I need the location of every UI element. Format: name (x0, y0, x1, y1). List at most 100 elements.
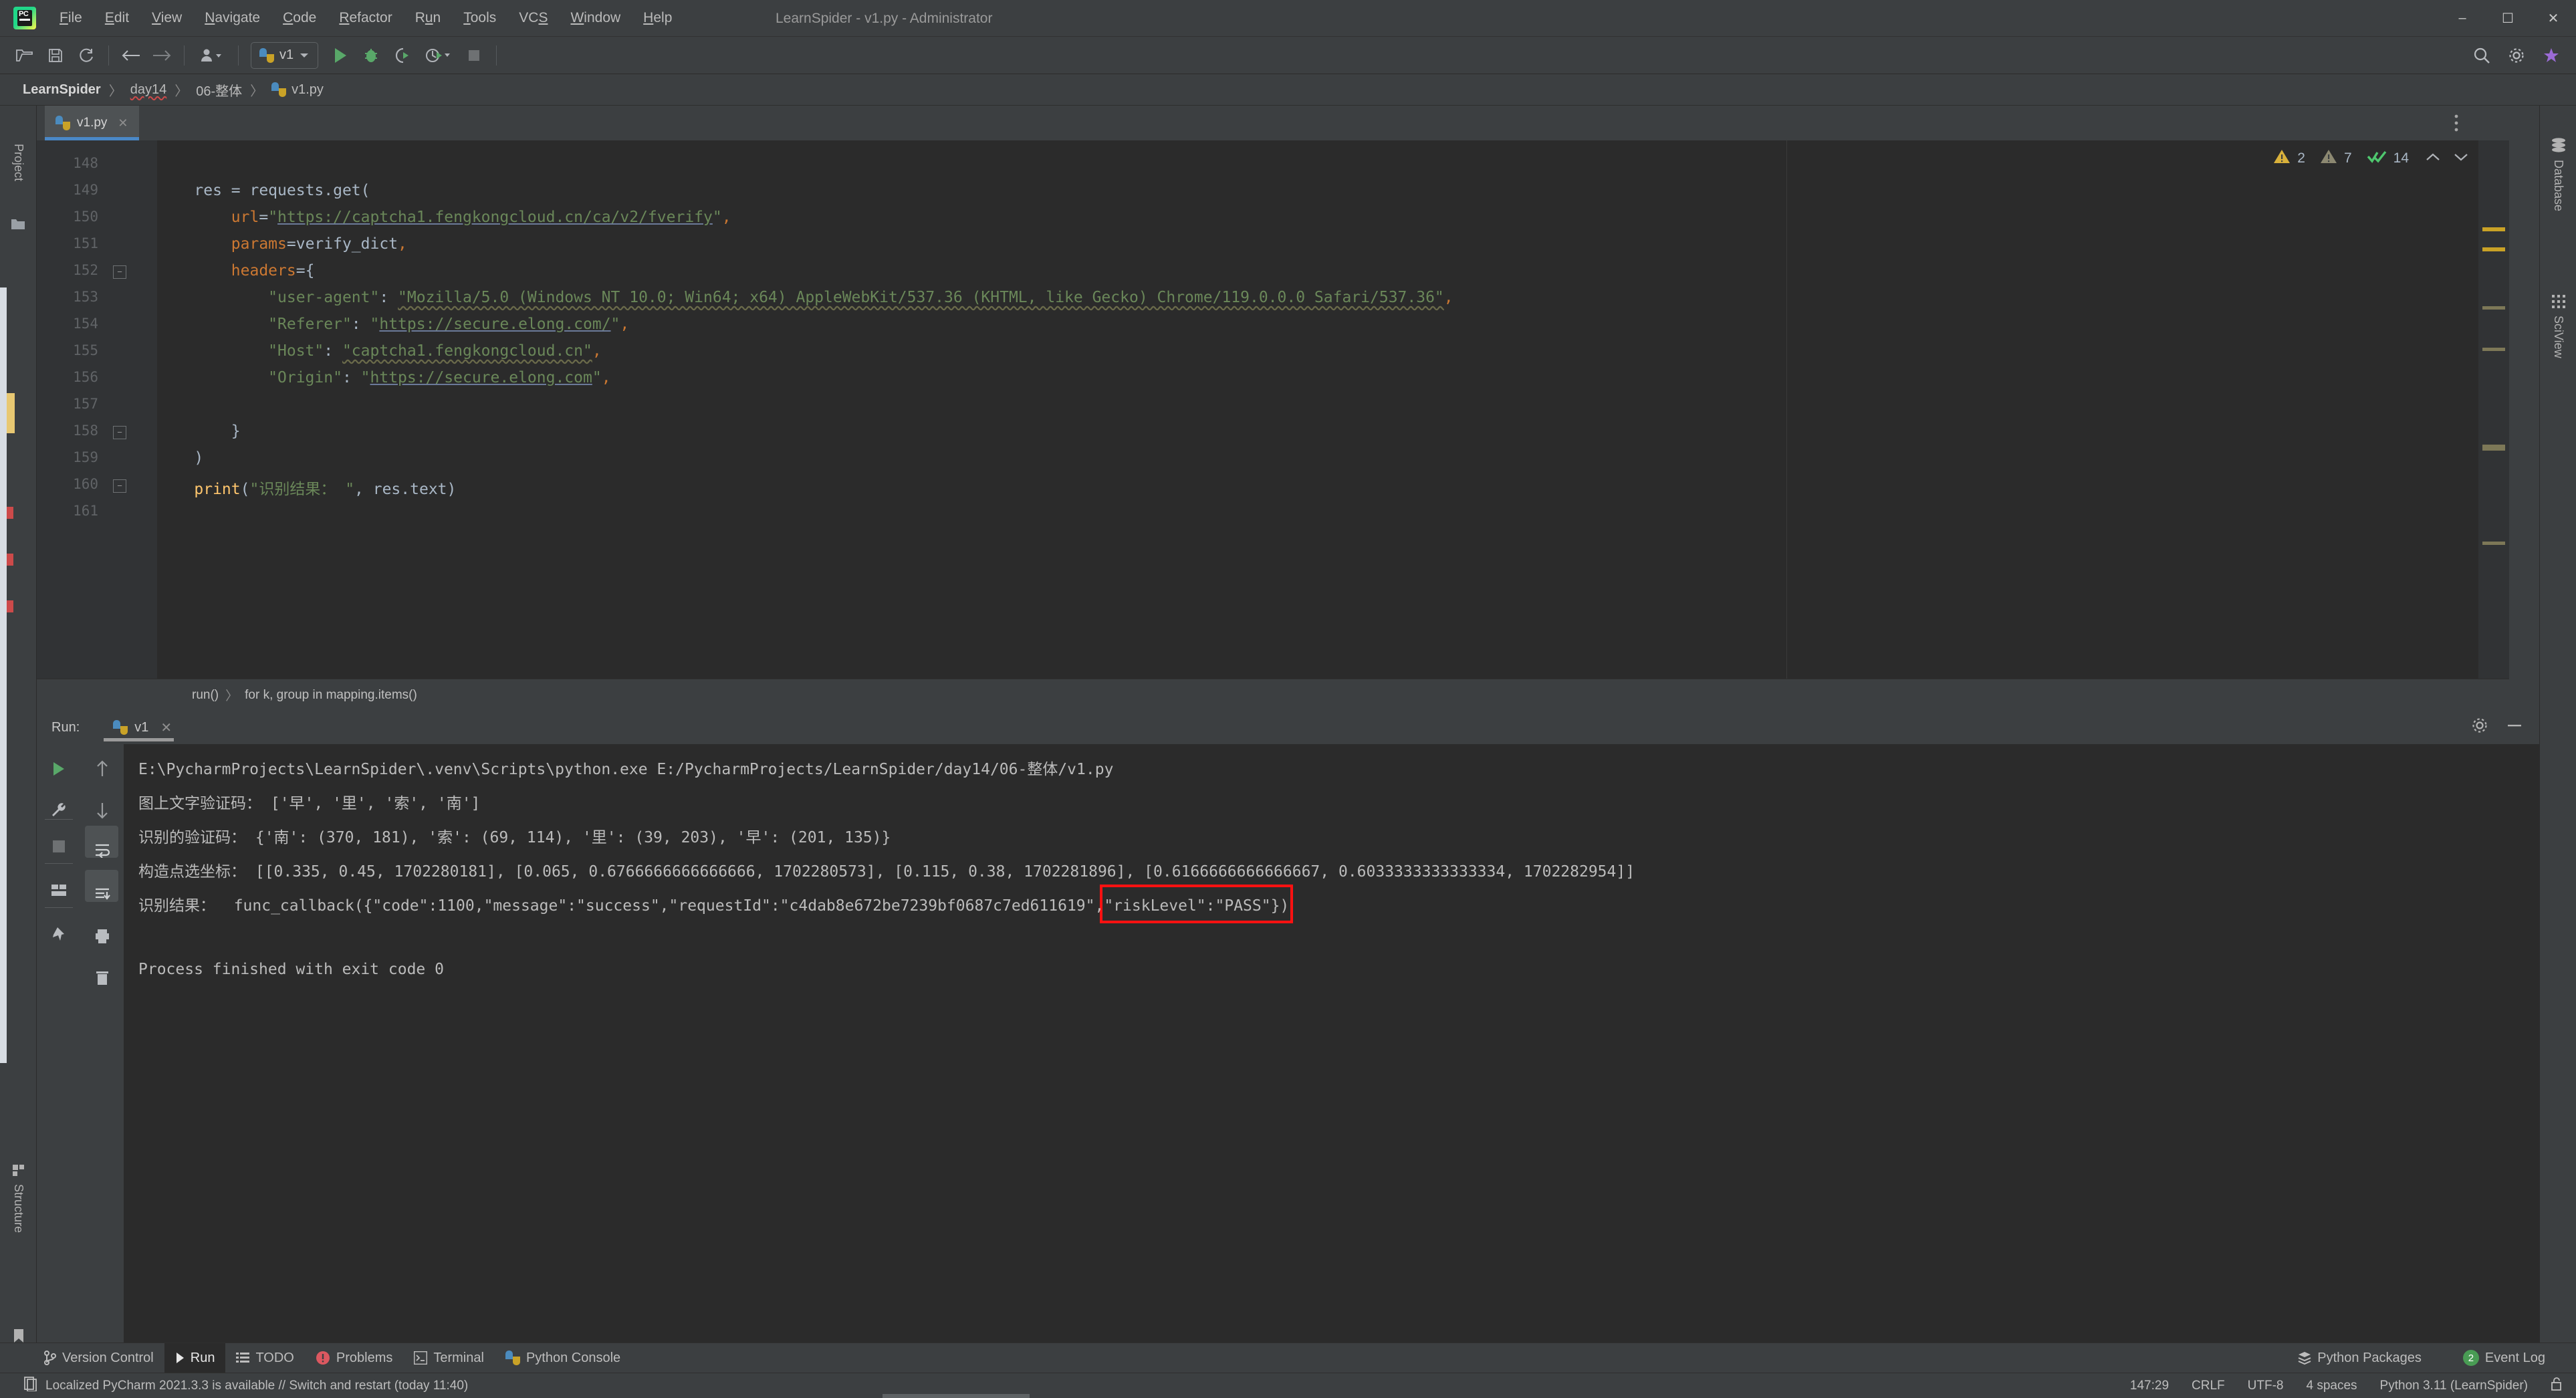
minimize-button[interactable]: – (2440, 0, 2485, 37)
code-line[interactable]: params=verify_dict, (157, 235, 407, 253)
interpreter-selector[interactable]: Python 3.11 (LearnSpider) (2380, 1379, 2528, 1393)
print-icon[interactable] (80, 915, 124, 957)
arrow-right-icon[interactable] (146, 40, 177, 71)
sidebar-item-sciview[interactable]: SciView (2540, 266, 2576, 386)
arrow-left-icon[interactable] (116, 40, 146, 71)
breadcrumb-item-day14[interactable]: day14 (126, 82, 171, 98)
tool-button-problems[interactable]: Problems (305, 1343, 403, 1373)
editor-breadcrumb-item-1[interactable]: run() (192, 688, 219, 703)
menu-code[interactable]: Code (271, 6, 328, 30)
breadcrumb-item-project[interactable]: LearnSpider (19, 82, 105, 98)
soft-wrap-icon[interactable] (80, 830, 124, 871)
next-highlight-icon[interactable] (2453, 150, 2469, 166)
menu-navigate[interactable]: Navigate (193, 6, 271, 30)
save-icon[interactable] (40, 40, 71, 71)
run-icon[interactable] (325, 40, 356, 71)
menu-file[interactable]: File (48, 6, 94, 30)
console-line[interactable]: 图上文字验证码： ['早', '里', '索', '南'] (138, 790, 480, 813)
menu-vcs[interactable]: VCS (507, 6, 559, 30)
close-button[interactable]: ✕ (2531, 0, 2576, 37)
sidebar-item-database[interactable]: Database (2540, 111, 2576, 238)
tool-button-run[interactable]: Run (164, 1343, 226, 1373)
code-content[interactable]: res = requests.get( url="https://captcha… (157, 140, 2509, 679)
console-line[interactable]: Process finished with exit code 0 (138, 961, 444, 978)
unlock-icon[interactable] (2551, 1377, 2563, 1395)
file-encoding[interactable]: UTF-8 (2248, 1379, 2284, 1393)
maximize-button[interactable]: ☐ (2485, 0, 2531, 37)
refresh-icon[interactable] (71, 40, 102, 71)
debug-icon[interactable] (356, 40, 386, 71)
editor-breadcrumb-item-2[interactable]: for k, group in mapping.items() (245, 688, 417, 703)
tool-button-version-control[interactable]: Version Control (33, 1343, 164, 1373)
indent-setting[interactable]: 4 spaces (2307, 1379, 2357, 1393)
console-line[interactable]: 识别的验证码： {'南': (370, 181), '索': (69, 114)… (138, 824, 891, 847)
window-controls[interactable]: – ☐ ✕ (2440, 0, 2576, 37)
code-line[interactable]: url="https://captcha1.fengkongcloud.cn/c… (157, 209, 731, 226)
status-message-group[interactable]: Localized PyCharm 2021.3.3 is available … (0, 1376, 468, 1395)
fold-toggle-icon[interactable]: − (113, 426, 126, 439)
menu-window[interactable]: Window (559, 6, 632, 30)
console-line[interactable]: 识别结果： func_callback({"code":1100,"messag… (138, 893, 1289, 915)
menu-help[interactable]: Help (632, 6, 683, 30)
sidebar-item-structure[interactable]: Structure (0, 1135, 37, 1262)
menu-refactor[interactable]: Refactor (328, 6, 403, 30)
layout-icon[interactable] (37, 870, 80, 911)
code-line[interactable]: ) (157, 449, 203, 467)
code-line[interactable]: "Origin": "https://secure.elong.com", (157, 369, 610, 386)
menu-bar[interactable]: File Edit View Navigate Code Refactor Ru… (48, 6, 683, 30)
code-editor[interactable]: 148 149 150 151 152 − 153 154 155 156 157 158 − 159 16… (37, 140, 2509, 679)
minimize-icon[interactable] (2506, 717, 2523, 738)
search-icon[interactable] (2466, 40, 2497, 71)
horizontal-scrollbar[interactable] (883, 1394, 1030, 1398)
user-dropdown-icon[interactable] (191, 40, 231, 71)
status-message[interactable]: Localized PyCharm 2021.3.3 is available … (45, 1379, 468, 1393)
fold-toggle-icon[interactable]: − (113, 265, 126, 279)
gear-icon[interactable] (2501, 40, 2532, 71)
update-icon[interactable] (2536, 40, 2567, 71)
more-options-icon[interactable] (2454, 106, 2459, 140)
stop-icon[interactable] (459, 40, 489, 71)
run-console-output[interactable]: E:\PycharmProjects\LearnSpider\.venv\Scr… (124, 744, 2539, 1343)
code-line[interactable]: "Host": "captcha1.fengkongcloud.cn", (157, 342, 602, 360)
wrench-icon[interactable] (37, 790, 80, 831)
run-tab-v1[interactable]: v1 ✕ (113, 719, 179, 736)
close-icon[interactable]: ✕ (160, 719, 172, 736)
scroll-to-end-icon[interactable] (80, 874, 124, 915)
previous-highlight-icon[interactable] (2425, 150, 2441, 166)
close-icon[interactable]: ✕ (118, 116, 128, 130)
console-line[interactable]: E:\PycharmProjects\LearnSpider\.venv\Scr… (138, 756, 1113, 779)
scroll-up-icon[interactable] (80, 748, 124, 790)
fold-toggle-icon[interactable]: − (113, 479, 126, 493)
tool-button-event-log[interactable]: 2 Event Log (2452, 1343, 2556, 1373)
pin-icon[interactable] (37, 914, 80, 955)
clear-all-icon[interactable] (80, 957, 124, 998)
code-line[interactable]: "Referer": "https://secure.elong.com/", (157, 316, 629, 333)
tool-button-todo[interactable]: TODO (225, 1343, 304, 1373)
breadcrumb-item-file[interactable]: v1.py (267, 82, 328, 98)
stop-icon[interactable] (37, 826, 80, 867)
sidebar-item-project[interactable]: Project (0, 112, 37, 213)
scroll-down-icon[interactable] (80, 790, 124, 831)
open-folder-icon[interactable] (9, 40, 40, 71)
menu-run[interactable]: Run (404, 6, 453, 30)
menu-tools[interactable]: Tools (452, 6, 507, 30)
run-configuration-selector[interactable]: v1 (251, 41, 319, 69)
run-coverage-icon[interactable] (386, 40, 417, 71)
line-separator[interactable]: CRLF (2192, 1379, 2225, 1393)
inspection-widget[interactable]: 2 7 14 (2273, 148, 2469, 168)
console-line[interactable]: 构造点选坐标： [[0.335, 0.45, 1702280181], [0.0… (138, 858, 1635, 881)
menu-edit[interactable]: Edit (94, 6, 140, 30)
tool-button-python-console[interactable]: Python Console (495, 1343, 631, 1373)
profile-icon[interactable] (417, 40, 459, 71)
rerun-icon[interactable] (37, 748, 80, 790)
tool-button-python-packages[interactable]: Python Packages (2287, 1343, 2432, 1373)
menu-view[interactable]: View (140, 6, 193, 30)
code-line[interactable]: } (157, 423, 241, 440)
breadcrumb-item-folder[interactable]: 06-整体 (192, 80, 246, 100)
editor-error-stripe[interactable] (2478, 140, 2509, 679)
code-line[interactable]: "user-agent": "Mozilla/5.0 (Windows NT 1… (157, 289, 1453, 306)
code-line[interactable]: print("识别结果： ", res.text) (157, 476, 456, 499)
code-line[interactable]: headers={ (157, 262, 315, 279)
caret-position[interactable]: 147:29 (2130, 1379, 2169, 1393)
gear-icon[interactable] (2471, 717, 2488, 738)
